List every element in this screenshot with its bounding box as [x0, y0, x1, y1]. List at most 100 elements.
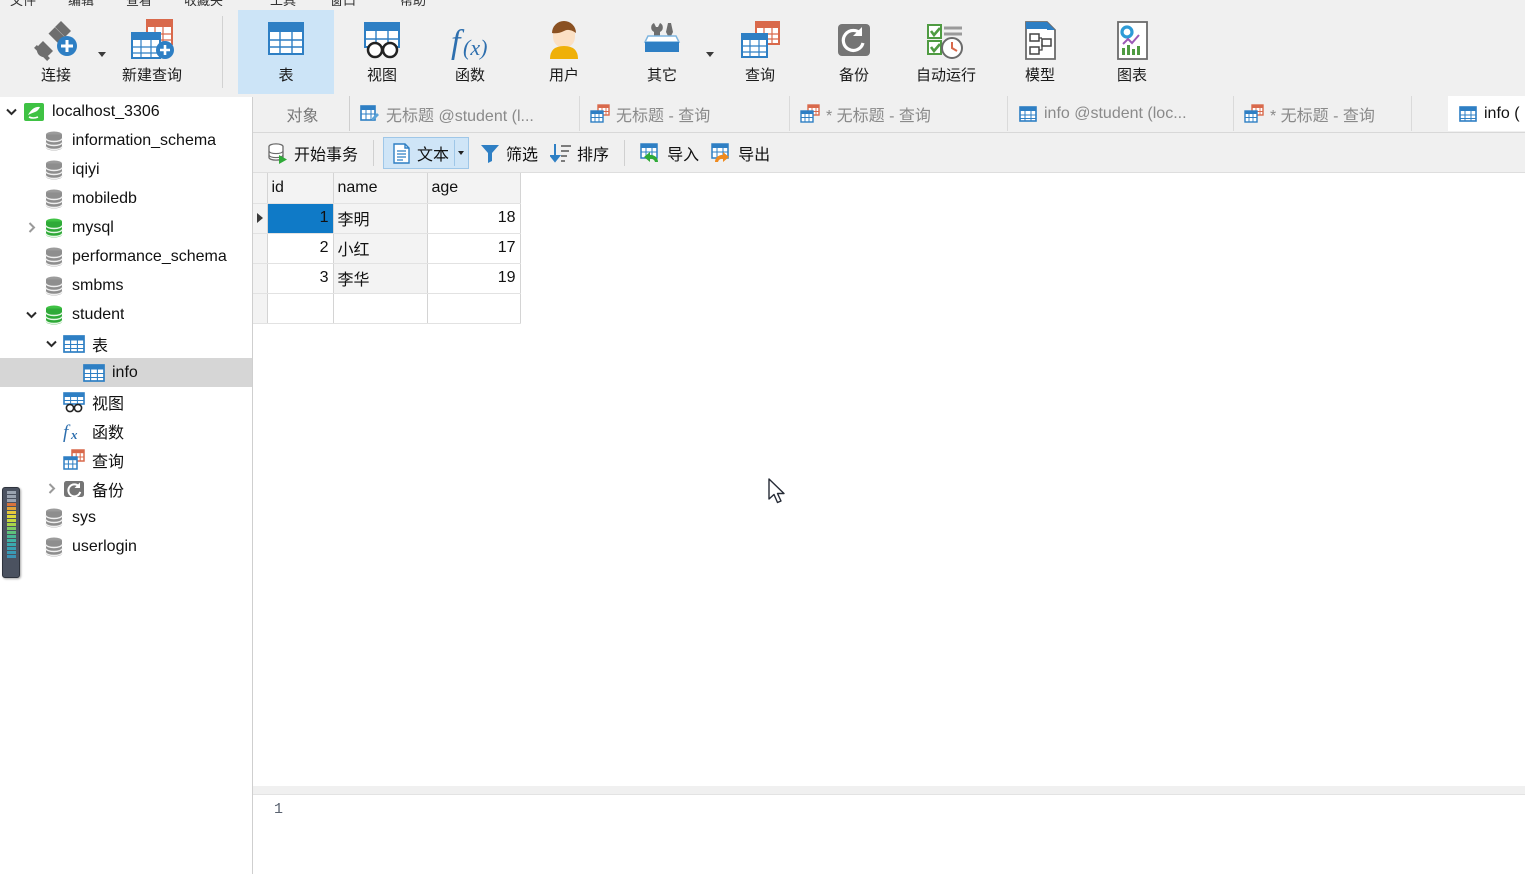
toolbar-button-query[interactable]: 查询: [712, 10, 808, 94]
toolbar-separator: [624, 139, 626, 166]
toolbar-button-table[interactable]: 表: [238, 10, 334, 94]
tree-item-student[interactable]: student: [0, 300, 252, 329]
tree-item-label: info: [112, 363, 138, 381]
tree-item-smbms[interactable]: smbms: [0, 271, 252, 300]
tree-item-label: 查询: [92, 453, 125, 471]
tree-item-sys[interactable]: sys: [0, 503, 252, 532]
database-gray-icon: [42, 129, 66, 153]
toolbar-button-label: 自动运行: [915, 67, 976, 84]
tab-label: info (: [1484, 104, 1520, 122]
tab-label: * 无标题 - 查询: [1270, 107, 1375, 125]
sql-editor-pane[interactable]: 1: [253, 794, 1525, 874]
database-gray-icon: [42, 506, 66, 530]
toolbar-button-automation[interactable]: 自动运行: [898, 10, 994, 94]
cell-name[interactable]: 小红: [333, 233, 428, 264]
row-marker[interactable]: [253, 263, 268, 294]
sort-button[interactable]: 排序: [544, 138, 615, 168]
tree-item-[interactable]: 视图: [0, 387, 252, 416]
table-row[interactable]: 3 李华 19: [253, 263, 521, 294]
toolbar-button-label: 表: [278, 67, 294, 84]
cell-id[interactable]: 2: [267, 233, 334, 264]
table-icon: [82, 361, 106, 385]
filler-cell: [253, 293, 268, 324]
tree-item-iqiyi[interactable]: iqiyi: [0, 155, 252, 184]
tab-label: * 无标题 - 查询: [826, 107, 931, 125]
tree-item-mobiledb[interactable]: mobiledb: [0, 184, 252, 213]
toolbar-button-connection[interactable]: 连接: [8, 10, 104, 94]
row-marker[interactable]: [253, 233, 268, 264]
toolbar-button-new-query[interactable]: 新建查询: [104, 10, 200, 94]
filler-cell: [427, 293, 521, 324]
tree-item-userlogin[interactable]: userlogin: [0, 532, 252, 561]
tree-twisty-spacer: [20, 155, 42, 184]
object-tree-sidebar[interactable]: localhost_3306 information_schema iqiyi mob…: [0, 97, 253, 874]
toolbar-button-function[interactable]: f (x) 函数: [422, 10, 518, 94]
row-marker[interactable]: [253, 203, 268, 234]
toolbar-button-backup[interactable]: 备份: [806, 10, 902, 94]
row-marker-header: [253, 173, 268, 204]
data-grid-pane[interactable]: id name age 1 李明 18 2 小红 17 3 李华 19: [253, 173, 1525, 793]
tab-objects[interactable]: 对象: [256, 96, 350, 131]
cell-age[interactable]: 17: [427, 233, 521, 264]
pane-splitter[interactable]: [253, 786, 1525, 794]
new-query-icon: [127, 14, 177, 66]
tree-item-[interactable]: 备份: [0, 474, 252, 503]
tab-untitled-query-2[interactable]: * 无标题 - 查询: [790, 96, 1008, 131]
toolbar-button-user[interactable]: 用户: [516, 10, 612, 94]
tree-item-label: localhost_3306: [52, 102, 160, 120]
toolbar-button-chart[interactable]: 图表: [1084, 10, 1180, 94]
svg-text:f: f: [63, 422, 71, 443]
tree-item-[interactable]: 表: [0, 329, 252, 358]
text-view-chevron-down-icon[interactable]: [454, 139, 466, 166]
backup-icon: [829, 14, 879, 66]
toolbar-button-other[interactable]: 其它: [614, 10, 710, 94]
table-row[interactable]: 2 小红 17: [253, 233, 521, 264]
database-gray-icon: [42, 245, 66, 269]
cell-age[interactable]: 18: [427, 203, 521, 234]
tree-item-mysql[interactable]: mysql: [0, 213, 252, 242]
database-gray-icon: [42, 535, 66, 559]
begin-transaction-button[interactable]: 开始事务: [261, 138, 364, 168]
column-header-name[interactable]: name: [333, 173, 428, 204]
level-meter-widget[interactable]: [2, 487, 20, 578]
tree-item-[interactable]: 查询: [0, 445, 252, 474]
tree-item-localhost_3306[interactable]: localhost_3306: [0, 97, 252, 126]
tree-item-performance_schema[interactable]: performance_schema: [0, 242, 252, 271]
tree-item-info[interactable]: info: [0, 358, 252, 387]
chart-icon: [1107, 14, 1157, 66]
tab-untitled-query-3[interactable]: * 无标题 - 查询: [1234, 96, 1412, 131]
chevron-down-icon[interactable]: [0, 97, 22, 126]
chevron-down-icon[interactable]: [40, 329, 62, 358]
tree-item-[interactable]: f x 函数: [0, 416, 252, 445]
column-header-id[interactable]: id: [267, 173, 334, 204]
tab-info-active[interactable]: info (: [1448, 96, 1525, 131]
toolbar-button-view[interactable]: 视图: [334, 10, 430, 94]
other-tools-icon: [637, 14, 687, 66]
cell-name[interactable]: 李华: [333, 263, 428, 294]
tree-item-information_schema[interactable]: information_schema: [0, 126, 252, 155]
cell-name[interactable]: 李明: [333, 203, 428, 234]
tab-untitled-query-1[interactable]: 无标题 - 查询: [580, 96, 790, 131]
tree-twisty-spacer: [40, 445, 62, 474]
line-number: 1: [273, 801, 283, 818]
automation-icon: [921, 14, 971, 66]
chevron-down-icon[interactable]: [20, 300, 42, 329]
column-header-age[interactable]: age: [427, 173, 521, 204]
tab-info-student-data[interactable]: info @student (loc...: [1008, 96, 1234, 131]
database-green-icon: [42, 216, 66, 240]
tab-untitled-student-designer[interactable]: 无标题 @student (l...: [350, 96, 580, 131]
data-table[interactable]: id name age 1 李明 18 2 小红 17 3 李华 19: [253, 173, 521, 324]
export-button[interactable]: 导出: [705, 138, 776, 168]
filter-button[interactable]: 筛选: [473, 138, 544, 168]
tree-item-label: 视图: [92, 395, 125, 413]
table-row[interactable]: 1 李明 18: [253, 203, 521, 234]
chevron-right-icon[interactable]: [40, 474, 62, 503]
cell-id[interactable]: 1: [267, 203, 334, 234]
cell-id[interactable]: 3: [267, 263, 334, 294]
cell-age[interactable]: 19: [427, 263, 521, 294]
text-view-button[interactable]: 文本: [383, 136, 470, 169]
chevron-right-icon[interactable]: [20, 213, 42, 242]
import-button[interactable]: 导入: [634, 138, 705, 168]
toolbar-button-model[interactable]: 模型: [992, 10, 1088, 94]
main-toolbar: 连接 新建查询 表 视图 f (x) 函数 用户 其它 查询 备份 自动运行 模…: [0, 6, 1525, 97]
